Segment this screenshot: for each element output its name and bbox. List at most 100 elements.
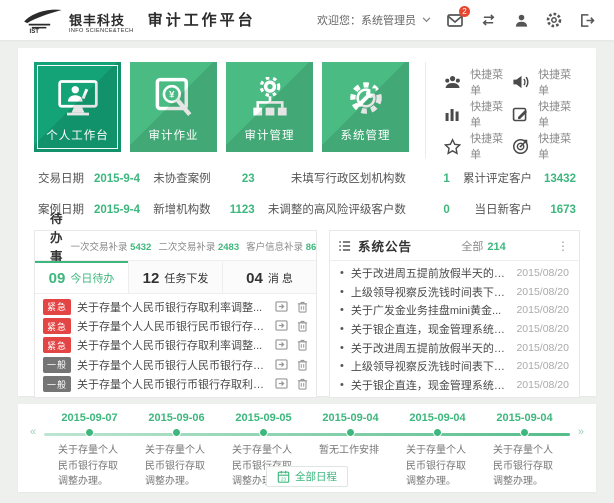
counter-customer-info: 客户信息补录 86 [246,239,316,253]
todo-item[interactable]: 一般 关于存量个人民币银行币银行存取利率调整... [43,376,308,392]
timeline-entry[interactable]: 2015-09-06 关于存量个人民币银行存取调整办理。 [133,412,220,490]
org-gear-icon [249,77,291,119]
forward-icon[interactable] [275,301,288,313]
svg-text:¥: ¥ [169,90,175,101]
tab-today-todo[interactable]: 09 今日待办 [35,261,128,293]
quick-menu-label: 快捷菜单 [538,98,580,130]
todo-panel: 待办事项 一次交易补录 5432 二次交易补录 2483 客户信息补录 86 ⋮… [34,230,317,398]
forward-icon[interactable] [275,378,288,390]
quick-menu-item-5[interactable]: 快捷菜单 [444,130,512,162]
timeline-date: 2015-09-06 [133,412,220,426]
priority-badge: 紧急 [43,299,71,315]
forward-icon[interactable] [275,359,288,371]
timeline-text: 暂无工作安排 [307,443,394,459]
logo-mark-text: IST [30,28,40,34]
top-bar: IST 银丰科技 INFO SCIENCE&TECH 审计工作平台 欢迎您：系统… [0,0,614,40]
switch-button[interactable] [479,11,497,29]
message-count-badge: 2 [459,6,470,17]
tile-system-management[interactable]: 系统管理 [322,62,409,152]
swap-arrows-icon [481,13,496,27]
messages-button[interactable]: 2 [446,11,464,29]
tile-label: 系统管理 [322,127,409,152]
todo-item-text: 关于存量个人民币银行人民币银行存取利率调整... [77,357,269,373]
announcement-item[interactable]: 上级领导视察反洗钱时间表下载链接... 2015/08/20 [340,284,569,300]
stats-row: 交易日期 2015-9-4 案例日期 2015-9-4 未协查案例 23 新增机… [34,174,580,216]
quick-menu-label: 快捷菜单 [470,66,512,98]
quick-menu-label: 快捷菜单 [470,98,512,130]
todo-item-text: 关于存量个人人民币银行民币银行存取利率调整... [77,318,269,334]
settings-button[interactable] [545,11,563,29]
tab-messages[interactable]: 04 消 息 [222,261,316,293]
todo-list: 紧急 关于存量个人民币银行存取利率调整... 紧急 关于存量个人人民币银行民币银… [35,294,316,397]
timeline-dot [521,429,528,436]
bar-chart-icon [444,106,461,122]
logo-swoosh-icon: IST [18,6,64,34]
delete-icon[interactable] [297,339,308,351]
tile-label: 审计作业 [130,127,217,152]
announcement-item[interactable]: 关于银企直连，现金管理系统票... 2015/08/20 [340,321,569,337]
stat-unadjusted-high-risk-customers: 未调整的高风险评级客户数 0 [268,205,450,217]
announcements-more-menu[interactable]: ⋮ [555,239,571,253]
quick-menu-item-3[interactable]: 快捷菜单 [444,98,512,130]
delete-icon[interactable] [297,378,308,390]
forward-icon[interactable] [275,320,288,332]
announcement-item[interactable]: 上级领导视察反洗钱时间表下载链接... 2015/08/20 [340,358,569,374]
delete-icon[interactable] [297,301,308,313]
all-schedule-label: 全部日程 [295,469,337,484]
all-schedule-button[interactable]: 23 全部日程 [266,466,348,487]
timeline-dot [173,429,180,436]
todo-item-text: 关于存量个人民币银行币银行存取利率调整... [77,376,269,392]
announcement-date: 2015/08/20 [516,360,569,372]
delete-icon[interactable] [297,359,308,371]
timeline-next-arrow[interactable]: » [578,426,584,438]
tile-audit-management[interactable]: 审计管理 [226,62,313,152]
quick-menu-item-4[interactable]: 快捷菜单 [512,98,580,130]
timeline-date: 2015-09-04 [394,412,481,426]
tile-personal-workbench[interactable]: 个人工作台 [34,62,121,152]
tile-audit-operation[interactable]: ¥ 审计作业 [130,62,217,152]
counter-second-entry: 二次交易补录 2483 [158,239,239,253]
edit-icon [512,106,529,122]
timeline-entry[interactable]: 2015-09-04 关于存量个人民币银行存取调整办理。 [394,412,481,490]
timeline-entry[interactable]: 2015-09-07 关于存量个人民币银行存取调整办理。 [46,412,133,490]
announcement-item[interactable]: 关于银企直连，现金管理系统票... 2015/08/20 [340,377,569,393]
profile-button[interactable] [512,11,530,29]
stat-uninvestigated-cases: 未协查案例 23 [153,174,255,186]
list-icon [338,240,351,252]
announcement-item[interactable]: 关于改进周五提前放假半天的安排通知... 2015/08/20 [340,340,569,356]
priority-badge: 一般 [43,376,71,392]
todo-item[interactable]: 紧急 关于存量个人民币银行存取利率调整... [43,337,308,353]
priority-badge: 紧急 [43,337,71,353]
gear-icon [546,12,562,28]
todo-tabs: 09 今日待办 12 任务下发 04 消 息 [35,261,316,294]
announcement-item[interactable]: 关于改进周五提前放假半天的安排通知... 2015/08/20 [340,265,569,281]
svg-text:23: 23 [281,477,287,483]
announcement-item[interactable]: 关于广发金业务挂盘mini黄金... 2015/08/20 [340,302,569,318]
quick-menu: 快捷菜单 快捷菜单 快捷菜单 [425,62,580,158]
timeline-entry[interactable]: 2015-09-04 关于存量个人民币银行存取调整办理。 [481,412,568,490]
delete-icon[interactable] [297,320,308,332]
todo-item[interactable]: 紧急 关于存量个人人民币银行民币银行存取利率调整... [43,318,308,334]
announcement-date: 2015/08/20 [516,267,569,279]
target-icon [512,138,529,155]
tab-task-dispatch[interactable]: 12 任务下发 [128,261,222,293]
todo-item[interactable]: 紧急 关于存量个人民币银行存取利率调整... [43,299,308,315]
stat-missing-region-institutions: 未填写行政区划机构数 1 [268,174,450,186]
timeline-text: 关于存量个人民币银行存取调整办理。 [133,443,220,490]
forward-icon[interactable] [275,339,288,351]
workbench-monitor-icon [56,78,100,118]
announcement-list: 关于改进周五提前放假半天的安排通知... 2015/08/20 上级领导视察反洗… [330,261,579,397]
timeline-prev-arrow[interactable]: « [30,426,36,438]
user-menu[interactable]: 欢迎您：系统管理员 [317,12,431,28]
stat-new-institutions: 新增机构数 1123 [153,205,255,217]
announcements-view-all[interactable]: 全部214 [461,238,505,254]
timeline-text: 关于存量个人民币银行存取调整办理。 [394,443,481,490]
quick-menu-item-1[interactable]: 快捷菜单 [444,66,512,98]
todo-item-text: 关于存量个人民币银行存取利率调整... [77,299,269,315]
timeline-date: 2015-09-04 [481,412,568,426]
todo-item[interactable]: 一般 关于存量个人民币银行人民币银行存取利率调整... [43,357,308,373]
quick-menu-item-6[interactable]: 快捷菜单 [512,130,580,162]
quick-menu-item-2[interactable]: 快捷菜单 [512,66,580,98]
logout-button[interactable] [578,11,596,29]
quick-menu-label: 快捷菜单 [470,130,512,162]
